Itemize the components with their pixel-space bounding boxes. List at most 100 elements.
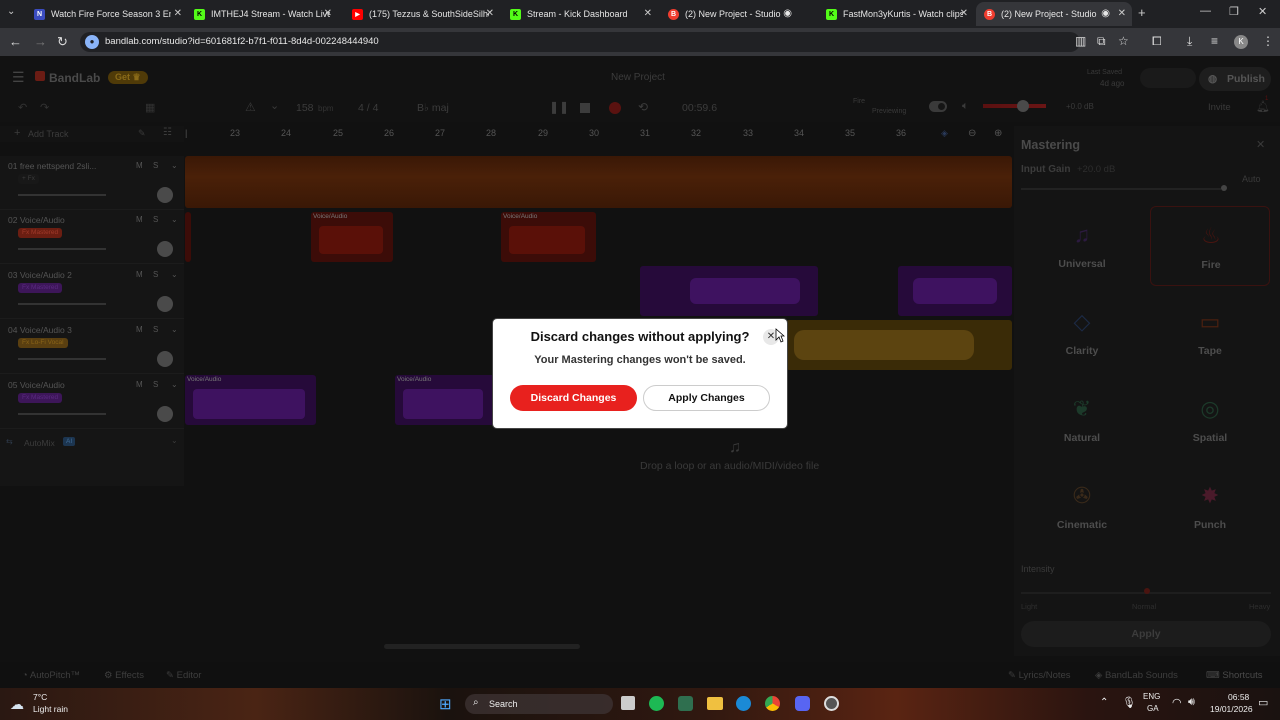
invite-button[interactable]: Invite xyxy=(1208,102,1231,113)
track-settings-icon[interactable]: ☷ xyxy=(163,127,172,138)
pause-icon[interactable]: ❚❚ xyxy=(549,100,569,114)
reading-mode-icon[interactable]: ▥ xyxy=(1075,34,1086,48)
track-volume-slider[interactable] xyxy=(18,248,106,250)
tab-search-icon[interactable]: ⌄ xyxy=(7,6,15,17)
discard-changes-button[interactable]: Discard Changes xyxy=(510,385,637,411)
browser-tab[interactable]: N Watch Fire Force Season 3 Engl ✕ xyxy=(26,2,188,26)
browser-tab[interactable]: ▶ (175) Tezzus & SouthSideSilhou ✕ xyxy=(344,2,500,26)
hamburger-menu-icon[interactable]: ☰ xyxy=(12,69,25,86)
track-header[interactable]: 05 Voice/Audio Fx Mastered M S ⌄ xyxy=(0,375,184,429)
save-button[interactable] xyxy=(1140,68,1196,88)
audio-clip[interactable] xyxy=(898,266,1012,316)
weather-temperature[interactable]: 7°C xyxy=(33,692,47,702)
chrome-icon[interactable] xyxy=(765,696,780,711)
publish-button[interactable]: ◍ Publish xyxy=(1199,67,1271,91)
tab-close-icon[interactable]: ✕ xyxy=(1118,8,1126,19)
minimize-icon[interactable]: — xyxy=(1200,5,1211,17)
audio-clip[interactable] xyxy=(786,320,1012,370)
audio-clip[interactable]: Voice/Audio xyxy=(311,212,393,262)
mute-button[interactable]: M xyxy=(136,215,143,224)
audio-clip[interactable]: Voice/Audio xyxy=(395,375,495,425)
track-expand-icon[interactable]: ⌄ xyxy=(171,325,178,334)
record-icon[interactable] xyxy=(609,102,621,114)
snap-icon[interactable]: ◈ xyxy=(941,128,948,139)
fx-badge[interactable]: Fx Lo-Fi Vocal xyxy=(18,338,68,348)
new-tab-icon[interactable]: + xyxy=(1138,5,1146,20)
track-expand-icon[interactable]: ⌄ xyxy=(171,215,178,224)
audio-clip[interactable] xyxy=(640,266,818,316)
speaker-icon[interactable]: 🔈︎ xyxy=(962,100,969,113)
mute-button[interactable]: M xyxy=(136,325,143,334)
audio-clip[interactable] xyxy=(185,156,1012,208)
obs-icon[interactable] xyxy=(824,696,839,711)
file-explorer-icon[interactable] xyxy=(707,697,723,710)
wand-icon[interactable]: ✎ xyxy=(138,128,146,139)
mute-button[interactable]: M xyxy=(136,270,143,279)
time-signature[interactable]: 4 / 4 xyxy=(358,102,378,114)
solo-button[interactable]: S xyxy=(153,325,158,334)
taskbar-search[interactable]: ⌕ Search xyxy=(465,694,613,714)
reload-icon[interactable]: ↻ xyxy=(57,34,68,50)
tab-close-icon[interactable]: ✕ xyxy=(486,8,494,19)
restore-icon[interactable]: ❐ xyxy=(1229,5,1239,18)
bookmark-star-icon[interactable]: ☆ xyxy=(1118,34,1129,48)
microphone-icon[interactable]: 🎙︎ xyxy=(1122,696,1136,709)
track-volume-slider[interactable] xyxy=(18,303,106,305)
notification-center-icon[interactable]: ▭ xyxy=(1258,696,1268,709)
task-view-icon[interactable] xyxy=(621,696,635,710)
track-pan-knob[interactable] xyxy=(157,241,173,257)
tab-close-icon[interactable]: ✕ xyxy=(960,8,968,19)
mute-button[interactable]: M xyxy=(136,161,143,170)
apply-mastering-button[interactable]: Apply xyxy=(1021,621,1271,647)
store-icon[interactable] xyxy=(678,696,693,711)
bandlab-sounds-tab[interactable]: ◈ BandLab Sounds xyxy=(1095,670,1178,681)
fx-badge[interactable]: + Fx xyxy=(18,174,39,184)
zoom-out-icon[interactable]: ⊖ xyxy=(968,128,976,139)
solo-button[interactable]: S xyxy=(153,215,158,224)
weather-icon[interactable]: ☁ xyxy=(10,696,24,713)
timeline-ruler[interactable]: | 23 24 25 26 27 28 29 30 31 32 33 34 35… xyxy=(185,126,1012,142)
extensions-icon[interactable]: ⧠ xyxy=(1152,34,1162,49)
metronome-dropdown-icon[interactable]: ⌄ xyxy=(270,99,279,112)
track-header[interactable]: 03 Voice/Audio 2 Fx Mastered M S ⌄ xyxy=(0,265,184,319)
track-pan-knob[interactable] xyxy=(157,351,173,367)
back-icon[interactable]: ← xyxy=(9,34,22,49)
language-indicator[interactable]: ENG xyxy=(1143,692,1160,701)
fx-badge[interactable]: Fx Mastered xyxy=(18,283,63,293)
tools-icon[interactable]: ▦ xyxy=(145,101,155,114)
track-pan-knob[interactable] xyxy=(157,296,173,312)
solo-button[interactable]: S xyxy=(153,161,158,170)
menu-kebab-icon[interactable]: ⋮ xyxy=(1262,34,1274,48)
automix-row[interactable]: ⇆ AutoMix AI ⌄ xyxy=(0,432,184,454)
input-gain-slider[interactable] xyxy=(1021,188,1221,190)
preset-fire[interactable]: ♨ Fire xyxy=(1150,206,1270,286)
download-icon[interactable]: ⤓ xyxy=(1187,34,1192,49)
preset-spatial[interactable]: ◎ Spatial xyxy=(1150,380,1270,460)
install-app-icon[interactable]: ⧉ xyxy=(1097,34,1106,49)
discord-icon[interactable] xyxy=(795,696,810,711)
profile-avatar[interactable]: K xyxy=(1234,35,1248,49)
track-pan-knob[interactable] xyxy=(157,406,173,422)
windows-start-icon[interactable]: ⊞ xyxy=(439,695,452,713)
editor-tab[interactable]: ✎ Editor xyxy=(166,670,201,681)
track-volume-slider[interactable] xyxy=(18,194,106,196)
media-controls-icon[interactable]: ≡ xyxy=(1211,34,1218,48)
solo-button[interactable]: S xyxy=(153,380,158,389)
preset-universal[interactable]: ♫ Universal xyxy=(1022,206,1142,286)
clock-time[interactable]: 06:58 xyxy=(1228,692,1249,702)
browser-tab[interactable]: K IMTHEJ4 Stream - Watch Live o ✕ xyxy=(186,2,338,26)
mute-button[interactable]: M xyxy=(136,380,143,389)
tempo-value[interactable]: 158 xyxy=(296,102,314,114)
autopitch-tab[interactable]: ◔ AutoPitch™ xyxy=(22,670,80,681)
get-membership-button[interactable]: Get ♛ xyxy=(108,71,148,84)
master-volume-handle[interactable] xyxy=(1017,100,1029,112)
undo-icon[interactable]: ↶ xyxy=(18,101,27,114)
address-bar[interactable]: ● bandlab.com/studio?id=601681f2-b7f1-f0… xyxy=(80,32,1080,52)
tab-close-icon[interactable]: ✕ xyxy=(644,8,652,19)
redo-icon[interactable]: ↷ xyxy=(40,101,49,114)
edge-icon[interactable] xyxy=(736,696,751,711)
metronome-icon[interactable]: ⚠ xyxy=(245,100,256,114)
zoom-in-icon[interactable]: ⊕ xyxy=(994,128,1002,139)
master-volume-slider[interactable] xyxy=(983,104,1046,108)
browser-tab-active[interactable]: B (2) New Project - Studio ◉ ✕ xyxy=(976,2,1132,26)
